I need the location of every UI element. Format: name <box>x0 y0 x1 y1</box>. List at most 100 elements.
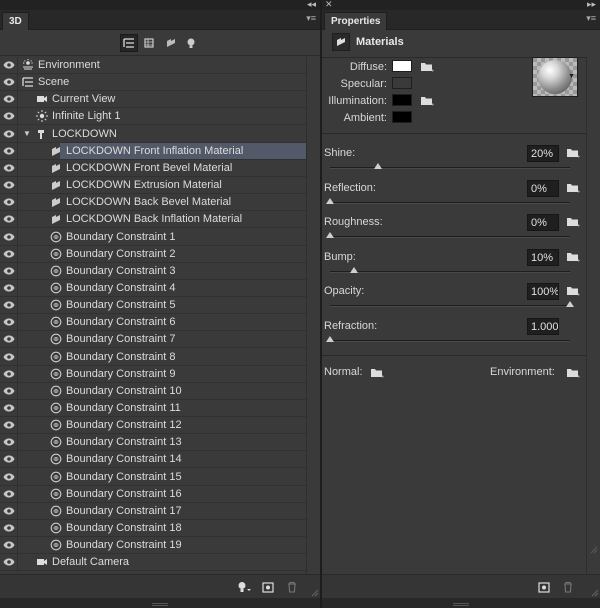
shine-texture-folder-icon[interactable] <box>566 146 580 158</box>
roughness-slider[interactable] <box>326 232 570 238</box>
visibility-toggle[interactable] <box>0 366 18 383</box>
reflection-slider-thumb[interactable] <box>326 198 334 204</box>
refraction-value-field[interactable] <box>527 318 559 335</box>
expand-triangle-icon[interactable]: ▼ <box>23 129 31 138</box>
shine-value-field[interactable] <box>527 145 559 162</box>
close-panel-icon[interactable]: ✕ <box>325 0 333 10</box>
tree-row[interactable]: Boundary Constraint 15 <box>0 469 306 486</box>
ambient-swatch[interactable] <box>392 111 412 123</box>
tree-row[interactable]: Boundary Constraint 13 <box>0 434 306 451</box>
roughness-texture-folder-icon[interactable] <box>566 215 580 227</box>
resize-grip-icon[interactable] <box>311 589 319 597</box>
filter-lights-button[interactable] <box>182 34 200 52</box>
delete-button[interactable] <box>284 579 300 595</box>
collapse-panel-icon[interactable]: ◂◂ <box>307 0 316 10</box>
visibility-toggle[interactable] <box>0 486 18 503</box>
diffuse-texture-folder-icon[interactable] <box>420 60 434 72</box>
visibility-toggle[interactable] <box>0 554 18 571</box>
tree-row[interactable]: ▼ LOCKDOWN <box>0 126 306 143</box>
tree-row[interactable]: LOCKDOWN Extrusion Material <box>0 177 306 194</box>
tree-row[interactable]: Boundary Constraint 17 <box>0 503 306 520</box>
visibility-toggle[interactable] <box>0 74 18 91</box>
properties-scrollbar[interactable] <box>586 57 600 574</box>
visibility-toggle[interactable] <box>0 91 18 108</box>
tree-row[interactable]: Scene <box>0 74 306 91</box>
tab-3d[interactable]: 3D <box>2 12 29 30</box>
delete-button[interactable] <box>560 579 576 595</box>
tree-row[interactable]: LOCKDOWN Back Bevel Material <box>0 194 306 211</box>
tree-row[interactable]: Boundary Constraint 10 <box>0 383 306 400</box>
filter-meshes-button[interactable] <box>140 34 158 52</box>
visibility-toggle[interactable] <box>0 434 18 451</box>
visibility-toggle[interactable] <box>0 126 18 143</box>
visibility-toggle[interactable] <box>0 520 18 537</box>
tree-row[interactable]: Boundary Constraint 19 <box>0 537 306 554</box>
resize-grip-icon[interactable] <box>591 589 599 597</box>
tree-row[interactable]: Current View <box>0 91 306 108</box>
bump-texture-folder-icon[interactable] <box>566 250 580 262</box>
tree-row[interactable]: Boundary Constraint 6 <box>0 314 306 331</box>
roughness-value-field[interactable] <box>527 214 559 231</box>
reflection-value-field[interactable] <box>527 180 559 197</box>
visibility-toggle[interactable] <box>0 314 18 331</box>
visibility-toggle[interactable] <box>0 263 18 280</box>
tree-row[interactable]: Boundary Constraint 4 <box>0 280 306 297</box>
panel-menu-icon[interactable]: ▾≡ <box>586 13 596 24</box>
illumination-swatch[interactable] <box>392 94 412 106</box>
new-material-button[interactable] <box>536 579 552 595</box>
tree-row[interactable]: Boundary Constraint 9 <box>0 366 306 383</box>
visibility-toggle[interactable] <box>0 469 18 486</box>
normal-texture-folder-icon[interactable] <box>370 366 384 378</box>
opacity-texture-folder-icon[interactable] <box>566 284 580 296</box>
visibility-toggle[interactable] <box>0 229 18 246</box>
visibility-toggle[interactable] <box>0 400 18 417</box>
tree-row[interactable]: Default Camera <box>0 554 306 571</box>
tree-row[interactable]: Boundary Constraint 16 <box>0 486 306 503</box>
visibility-toggle[interactable] <box>0 160 18 177</box>
shine-slider-thumb[interactable] <box>374 163 382 169</box>
bump-value-field[interactable] <box>527 249 559 266</box>
tree-row[interactable]: LOCKDOWN Front Inflation Material <box>0 143 306 160</box>
visibility-toggle[interactable] <box>0 280 18 297</box>
visibility-toggle[interactable] <box>0 194 18 211</box>
tree-row[interactable]: Boundary Constraint 18 <box>0 520 306 537</box>
filter-materials-button[interactable] <box>162 34 180 52</box>
collapse-panel-icon[interactable]: ▸▸ <box>587 0 596 10</box>
material-preview-picker[interactable]: ▼ <box>532 57 578 97</box>
visibility-toggle[interactable] <box>0 331 18 348</box>
visibility-toggle[interactable] <box>0 211 18 228</box>
visibility-toggle[interactable] <box>0 297 18 314</box>
tree-row[interactable]: Boundary Constraint 14 <box>0 451 306 468</box>
visibility-toggle[interactable] <box>0 57 18 74</box>
visibility-toggle[interactable] <box>0 349 18 366</box>
reflection-slider[interactable] <box>326 198 570 204</box>
tree-row[interactable]: Boundary Constraint 12 <box>0 417 306 434</box>
roughness-slider-thumb[interactable] <box>326 232 334 238</box>
opacity-value-field[interactable] <box>527 283 559 300</box>
tab-properties[interactable]: Properties <box>324 12 388 30</box>
tree-row[interactable]: Infinite Light 1 <box>0 108 306 125</box>
bump-slider-thumb[interactable] <box>350 267 358 273</box>
refraction-slider[interactable] <box>326 336 570 342</box>
tree-row[interactable]: LOCKDOWN Back Inflation Material <box>0 211 306 228</box>
opacity-slider-thumb[interactable] <box>566 301 574 307</box>
filter-whole-scene-button[interactable] <box>120 34 138 52</box>
visibility-toggle[interactable] <box>0 143 18 160</box>
panel-drag-grip[interactable] <box>453 603 469 606</box>
illumination-texture-folder-icon[interactable] <box>420 94 434 106</box>
reflection-texture-folder-icon[interactable] <box>566 181 580 193</box>
tree-row[interactable]: Boundary Constraint 11 <box>0 400 306 417</box>
visibility-toggle[interactable] <box>0 177 18 194</box>
tree-row[interactable]: Boundary Constraint 1 <box>0 229 306 246</box>
refraction-slider-thumb[interactable] <box>326 336 334 342</box>
tree-scrollbar[interactable] <box>306 57 320 574</box>
tree-row[interactable]: Environment <box>0 57 306 74</box>
panel-drag-grip[interactable] <box>152 603 168 606</box>
tree-row[interactable]: Boundary Constraint 7 <box>0 331 306 348</box>
shine-slider[interactable] <box>330 163 570 169</box>
bump-slider[interactable] <box>330 267 570 273</box>
visibility-toggle[interactable] <box>0 451 18 468</box>
visibility-toggle[interactable] <box>0 246 18 263</box>
environment-texture-folder-icon[interactable] <box>566 366 580 378</box>
visibility-toggle[interactable] <box>0 537 18 554</box>
